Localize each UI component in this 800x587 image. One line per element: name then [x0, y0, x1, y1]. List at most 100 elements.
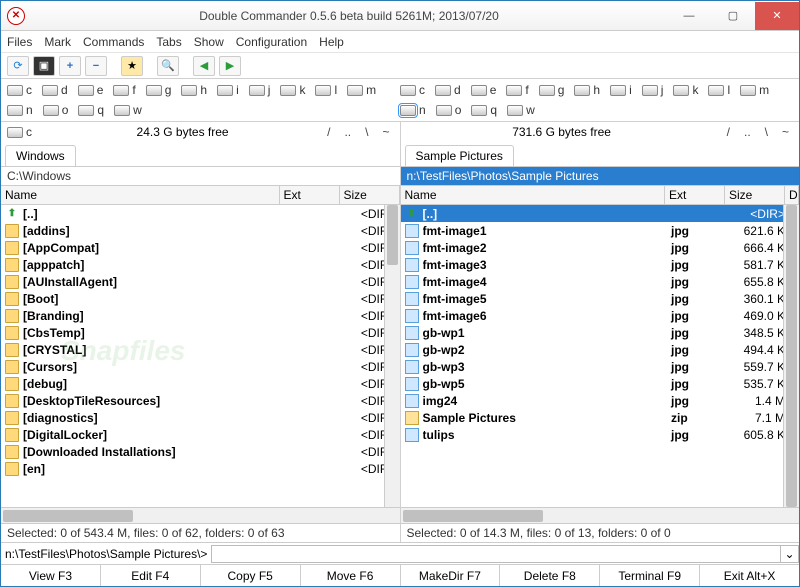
table-row[interactable]: [addins]<DIR> — [1, 222, 400, 239]
menu-configuration[interactable]: Configuration — [236, 35, 307, 49]
menu-help[interactable]: Help — [319, 35, 344, 49]
menu-commands[interactable]: Commands — [83, 35, 144, 49]
drive-left-c[interactable]: c — [7, 83, 32, 97]
menu-files[interactable]: Files — [7, 35, 32, 49]
table-row[interactable]: [Branding]<DIR> — [1, 307, 400, 324]
drive-right-h[interactable]: h — [574, 83, 600, 97]
drive-left-h[interactable]: h — [181, 83, 207, 97]
fkey-terminal[interactable]: Terminal F9 — [600, 565, 700, 586]
fkey-copy[interactable]: Copy F5 — [201, 565, 301, 586]
drive-right-w[interactable]: w — [507, 103, 535, 117]
drive-left-i[interactable]: i — [217, 83, 239, 97]
left-col-name[interactable]: Name — [1, 186, 280, 204]
fkey-move[interactable]: Move F6 — [301, 565, 401, 586]
drive-left-w[interactable]: w — [114, 103, 142, 117]
drive-right-i[interactable]: i — [610, 83, 632, 97]
fkey-exit[interactable]: Exit Alt+X — [700, 565, 799, 586]
drive-left-o[interactable]: o — [43, 103, 69, 117]
star-icon[interactable]: ★ — [121, 56, 143, 76]
table-row[interactable]: [Downloaded Installations]<DIR> — [1, 443, 400, 460]
drive-right-j[interactable]: j — [642, 83, 664, 97]
drive-right-f[interactable]: f — [506, 83, 528, 97]
menu-mark[interactable]: Mark — [44, 35, 71, 49]
drive-left-l[interactable]: l — [315, 83, 337, 97]
table-row[interactable]: img24jpg1.4 M 0 — [401, 392, 800, 409]
right-col-ext[interactable]: Ext — [665, 186, 725, 204]
left-nav-home[interactable]: ~ — [378, 125, 393, 139]
table-row[interactable]: [CRYSTAL]<DIR> — [1, 341, 400, 358]
terminal-icon[interactable]: ▣ — [33, 56, 55, 76]
drive-right-g[interactable]: g — [539, 83, 565, 97]
left-scrollbar[interactable] — [384, 205, 400, 507]
fkey-delete[interactable]: Delete F8 — [500, 565, 600, 586]
table-row[interactable]: fmt-image6jpg469.0 K 0 — [401, 307, 800, 324]
right-tab[interactable]: Sample Pictures — [405, 145, 514, 166]
table-row[interactable]: [AppCompat]<DIR> — [1, 239, 400, 256]
maximize-button[interactable]: ▢ — [711, 2, 755, 30]
table-row[interactable]: gb-wp1jpg348.5 K 0 — [401, 324, 800, 341]
table-row[interactable]: fmt-image1jpg621.6 K 0 — [401, 222, 800, 239]
drive-left-n[interactable]: n — [7, 103, 33, 117]
right-col-name[interactable]: Name — [401, 186, 666, 204]
left-nav-back[interactable]: \ — [361, 125, 372, 139]
drive-right-n[interactable]: n — [400, 103, 426, 117]
menu-show[interactable]: Show — [194, 35, 224, 49]
cmd-input[interactable] — [211, 545, 781, 563]
minimize-button[interactable]: — — [667, 2, 711, 30]
fkey-makedir[interactable]: MakeDir F7 — [401, 565, 501, 586]
cmd-dropdown-icon[interactable]: ⌄ — [781, 545, 799, 563]
close-button[interactable]: ✕ — [755, 2, 799, 30]
right-nav-root[interactable]: / — [723, 125, 734, 139]
search-icon[interactable]: 🔍 — [157, 56, 179, 76]
table-row[interactable]: [en]<DIR> — [1, 460, 400, 477]
forward-icon[interactable]: ▶ — [219, 56, 241, 76]
table-row[interactable]: gb-wp5jpg535.7 K 0 — [401, 375, 800, 392]
right-nav-back[interactable]: \ — [761, 125, 772, 139]
drive-right-e[interactable]: e — [471, 83, 497, 97]
drive-right-d[interactable]: d — [435, 83, 461, 97]
drive-right-q[interactable]: q — [471, 103, 497, 117]
right-file-table[interactable]: ⬆[..]<DIR> 0fmt-image1jpg621.6 K 0fmt-im… — [401, 205, 800, 507]
table-row[interactable]: [CbsTemp]<DIR> — [1, 324, 400, 341]
table-row[interactable]: [Boot]<DIR> — [1, 290, 400, 307]
table-row[interactable]: [debug]<DIR> — [1, 375, 400, 392]
drive-right-c[interactable]: c — [400, 83, 425, 97]
refresh-icon[interactable]: ⟳ — [7, 56, 29, 76]
right-nav-up[interactable]: .. — [740, 125, 755, 139]
drive-left-e[interactable]: e — [78, 83, 104, 97]
right-nav-home[interactable]: ~ — [778, 125, 793, 139]
drive-left-j[interactable]: j — [249, 83, 271, 97]
right-col-size[interactable]: Size — [725, 186, 785, 204]
table-row[interactable]: [AUInstallAgent]<DIR> — [1, 273, 400, 290]
drive-right-l[interactable]: l — [708, 83, 730, 97]
table-row[interactable]: Sample Pictureszip7.1 M 0 — [401, 409, 800, 426]
table-row[interactable]: [DigitalLocker]<DIR> — [1, 426, 400, 443]
left-nav-root[interactable]: / — [323, 125, 334, 139]
table-row[interactable]: [apppatch]<DIR> — [1, 256, 400, 273]
table-row[interactable]: fmt-image3jpg581.7 K 0 — [401, 256, 800, 273]
fkey-edit[interactable]: Edit F4 — [101, 565, 201, 586]
left-tab[interactable]: Windows — [5, 145, 76, 166]
plus-icon[interactable]: + — [59, 56, 81, 76]
drive-right-m[interactable]: m — [740, 83, 769, 97]
left-hscroll[interactable] — [1, 507, 400, 523]
table-row[interactable]: fmt-image5jpg360.1 K 0 — [401, 290, 800, 307]
left-col-size[interactable]: Size — [340, 186, 400, 204]
right-hscroll[interactable] — [401, 507, 800, 523]
table-row[interactable]: gb-wp3jpg559.7 K 0 — [401, 358, 800, 375]
drive-left-q[interactable]: q — [78, 103, 104, 117]
right-col-date[interactable]: D — [785, 186, 799, 204]
right-path[interactable]: n:\TestFiles\Photos\Sample Pictures — [401, 167, 800, 185]
fkey-view[interactable]: View F3 — [1, 565, 101, 586]
table-row[interactable]: [Cursors]<DIR> — [1, 358, 400, 375]
left-nav-up[interactable]: .. — [340, 125, 355, 139]
drive-left-m[interactable]: m — [347, 83, 376, 97]
table-row[interactable]: tulipsjpg605.8 K 0 — [401, 426, 800, 443]
left-path[interactable]: C:\Windows — [1, 167, 400, 185]
drive-left-g[interactable]: g — [146, 83, 172, 97]
table-row[interactable]: gb-wp2jpg494.4 K 0 — [401, 341, 800, 358]
left-file-table[interactable]: ⬆[..]<DIR>[addins]<DIR>[AppCompat]<DIR>[… — [1, 205, 400, 507]
right-scrollbar[interactable] — [783, 205, 799, 507]
left-drive-letter[interactable]: c — [26, 125, 32, 139]
table-row[interactable]: [diagnostics]<DIR> — [1, 409, 400, 426]
